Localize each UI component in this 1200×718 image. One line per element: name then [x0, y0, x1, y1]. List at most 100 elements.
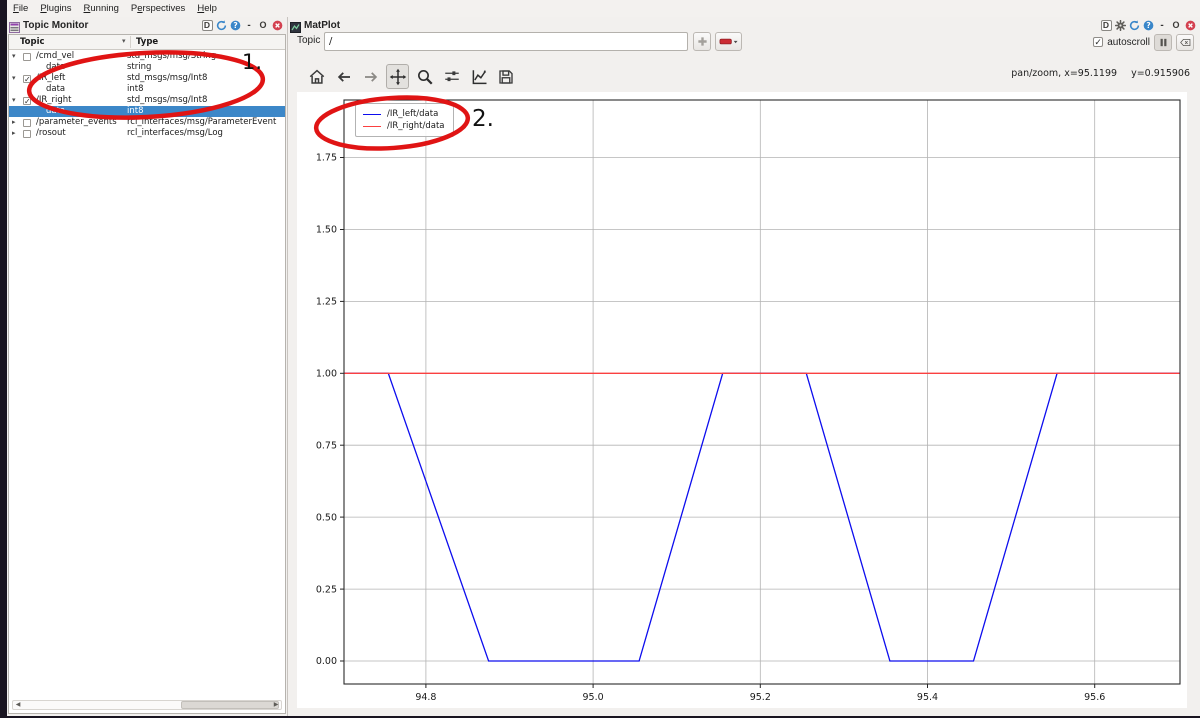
column-header-topic[interactable]: Topic: [20, 37, 45, 47]
topic-monitor-reload-icon[interactable]: [215, 19, 227, 31]
menu-help[interactable]: Help: [191, 0, 223, 17]
home-button[interactable]: [305, 64, 328, 89]
back-button[interactable]: [332, 64, 355, 89]
topic-type: std_msgs/msg/String: [127, 51, 216, 62]
topic-monitor-d-badge[interactable]: D: [201, 19, 213, 31]
topic-type: std_msgs/msg/Int8: [127, 73, 207, 84]
topic-monitor-float-icon[interactable]: O: [257, 19, 269, 31]
matplot-float-icon[interactable]: O: [1170, 19, 1182, 31]
clear-button[interactable]: [1176, 34, 1194, 51]
topic-tree-header[interactable]: Topic ▾ Type: [9, 35, 285, 50]
legend-line-swatch: [363, 126, 381, 127]
autoscroll-group: ✓ autoscroll: [1093, 32, 1194, 52]
tree-row-rosout[interactable]: ▸ /rosout rcl_interfaces/msg/Log: [9, 128, 285, 139]
tree-row-parameter_events[interactable]: ▸/parameter_eventsrcl_interfaces/msg/Par…: [9, 117, 285, 128]
matplot-minimize-icon[interactable]: -: [1156, 19, 1168, 31]
expand-arrow-icon[interactable]: ▸: [12, 117, 21, 128]
topic-checkbox[interactable]: ✓: [23, 75, 31, 83]
svg-text:?: ?: [233, 21, 237, 30]
zoom-button[interactable]: [413, 64, 436, 89]
topic-checkbox[interactable]: ✓: [23, 97, 31, 105]
matplot-d-badge[interactable]: D: [1100, 19, 1112, 31]
topic-name: /IR_left: [36, 73, 65, 84]
menu-running[interactable]: Running: [78, 0, 125, 17]
tree-row-data[interactable]: dataint8: [9, 84, 285, 95]
column-divider[interactable]: [130, 36, 131, 48]
horizontal-scrollbar[interactable]: ◀ ▶: [12, 700, 282, 710]
topic-monitor-titlebar: Topic Monitor D?-O: [7, 17, 287, 34]
topic-name: /rosout: [36, 128, 66, 139]
status-mode-x: pan/zoom, x=95.1199: [1011, 68, 1117, 79]
sort-indicator-icon: ▾: [122, 37, 126, 45]
menu-perspectives[interactable]: Perspectives: [125, 0, 191, 17]
svg-text:0.50: 0.50: [316, 512, 337, 523]
svg-text:0.00: 0.00: [316, 656, 337, 667]
matplot-reload-icon[interactable]: [1128, 19, 1140, 31]
svg-text:95.4: 95.4: [917, 692, 938, 703]
topic-monitor-panel: Topic Monitor D?-O Topic ▾ Type ▾ /cmd_ve…: [7, 17, 287, 716]
pan-button[interactable]: [386, 64, 409, 89]
topic-type: int8: [127, 84, 144, 95]
legend-entry: /IR_left/data: [363, 108, 445, 120]
autoscroll-checkbox[interactable]: ✓: [1093, 37, 1103, 47]
topic-monitor-minimize-icon[interactable]: -: [243, 19, 255, 31]
save-button[interactable]: [494, 64, 517, 89]
topic-checkbox[interactable]: [23, 130, 31, 138]
panel-title-matplot: MatPlot: [304, 20, 340, 31]
plot-figure: 94.895.095.295.495.60.000.250.500.751.00…: [297, 92, 1187, 708]
matplot-plugin-icon: [290, 20, 301, 31]
matplot-help-icon[interactable]: ?: [1142, 19, 1154, 31]
column-header-type[interactable]: Type: [136, 37, 158, 47]
svg-text:1.50: 1.50: [316, 225, 337, 236]
matplot-settings-gear-icon[interactable]: [1114, 19, 1126, 31]
tree-row-IR_right[interactable]: ▾✓/IR_rightstd_msgs/msg/Int8: [9, 95, 285, 106]
subplots-button[interactable]: [440, 64, 463, 89]
matplot-close-icon[interactable]: [1184, 19, 1196, 31]
legend-entry: /IR_right/data: [363, 120, 445, 132]
topic-monitor-close-icon[interactable]: [271, 19, 283, 31]
cursor-status: pan/zoom, x=95.1199 y=0.915906: [1011, 68, 1190, 79]
status-y: y=0.915906: [1131, 68, 1190, 79]
autoscroll-label: autoscroll: [1107, 37, 1150, 48]
rqt-window: FilePluginsRunningPerspectivesHelp Topic…: [7, 0, 1200, 716]
tree-row-data[interactable]: data int8: [9, 106, 285, 117]
svg-text:0.75: 0.75: [316, 440, 337, 451]
collapse-arrow-icon[interactable]: ▾: [12, 95, 21, 106]
plot-canvas[interactable]: 94.895.095.295.495.60.000.250.500.751.00…: [297, 92, 1187, 708]
topic-type: string: [127, 62, 151, 73]
collapse-arrow-icon[interactable]: ▾: [12, 51, 21, 62]
topic-monitor-help-icon[interactable]: ?: [229, 19, 241, 31]
tree-row-IR_left[interactable]: ▾✓ /IR_left std_msgs/msg/Int8: [9, 73, 285, 84]
menu-bar: FilePluginsRunningPerspectivesHelp: [7, 0, 1200, 17]
topic-checkbox[interactable]: [23, 119, 31, 127]
collapse-arrow-icon[interactable]: ▾: [12, 73, 21, 84]
svg-text:95.0: 95.0: [583, 692, 604, 703]
svg-text:1.75: 1.75: [316, 153, 337, 164]
topic-type: rcl_interfaces/msg/Log: [127, 128, 223, 139]
matplot-topic-row: Topic ✓ autoscroll: [288, 32, 1200, 52]
topic-name: data: [46, 62, 65, 73]
annotation-label-2: 2.: [472, 106, 494, 132]
menu-plugins[interactable]: Plugins: [34, 0, 77, 17]
scroll-left-arrow-icon[interactable]: ◀: [13, 701, 23, 709]
plot-legend: /IR_left/data/IR_right/data: [355, 103, 454, 137]
desktop-background: FilePluginsRunningPerspectivesHelp Topic…: [0, 0, 1200, 718]
customize-button[interactable]: [467, 64, 490, 89]
topic-type: int8: [127, 106, 144, 117]
topic-checkbox[interactable]: [23, 53, 31, 61]
svg-text:1.25: 1.25: [316, 297, 337, 308]
topic-name: /cmd_vel: [36, 51, 74, 62]
scroll-right-arrow-icon[interactable]: ▶: [271, 701, 281, 709]
pause-button[interactable]: [1154, 34, 1172, 51]
expand-arrow-icon[interactable]: ▸: [12, 128, 21, 139]
scrollbar-thumb[interactable]: [181, 701, 279, 709]
topic-name: data: [46, 106, 65, 117]
menu-file[interactable]: File: [7, 0, 34, 17]
svg-text:95.2: 95.2: [750, 692, 771, 703]
topic-name: /IR_right: [36, 95, 72, 106]
add-topic-button[interactable]: [693, 32, 711, 51]
forward-button[interactable]: [359, 64, 382, 89]
panel-title-topic-monitor: Topic Monitor: [23, 20, 88, 31]
remove-topic-button[interactable]: [715, 32, 742, 51]
topic-input[interactable]: [324, 32, 688, 51]
